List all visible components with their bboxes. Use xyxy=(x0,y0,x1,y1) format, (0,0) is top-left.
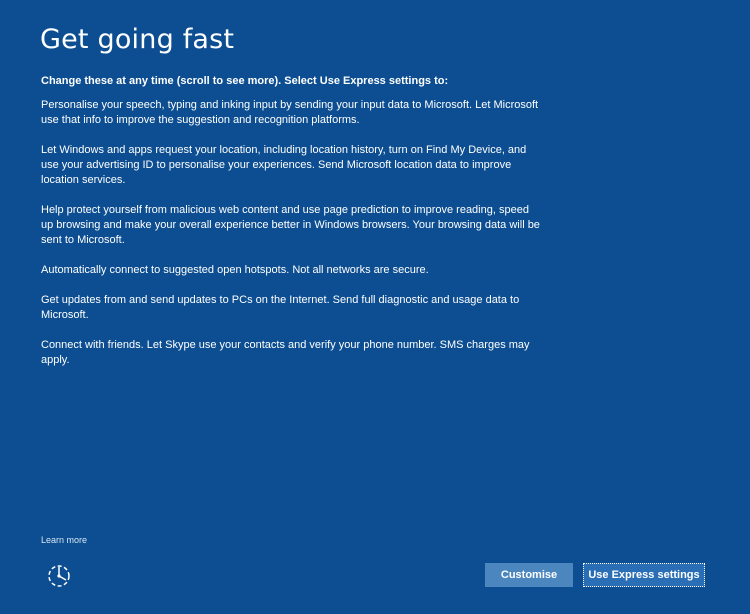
customise-button[interactable]: Customise xyxy=(485,563,573,587)
paragraph-hotspots: Automatically connect to suggested open … xyxy=(41,264,429,276)
paragraph-speech-input: Personalise your speech, typing and inki… xyxy=(41,99,539,126)
ease-of-access-button[interactable] xyxy=(45,562,73,590)
paragraph-updates-diagnostics: Get updates from and send updates to PCs… xyxy=(41,294,520,321)
page-title: Get going fast xyxy=(40,24,235,55)
paragraph-location: Let Windows and apps request your locati… xyxy=(41,144,527,186)
settings-description: Change these at any time (scroll to see … xyxy=(41,74,541,383)
paragraph-browser-protection: Help protect yourself from malicious web… xyxy=(41,204,540,246)
ease-of-access-icon xyxy=(48,565,70,587)
paragraph-skype-contacts: Connect with friends. Let Skype use your… xyxy=(41,339,530,366)
use-express-settings-button[interactable]: Use Express settings xyxy=(583,563,705,587)
learn-more-link[interactable]: Learn more xyxy=(41,535,87,545)
lead-text: Change these at any time (scroll to see … xyxy=(41,75,449,87)
